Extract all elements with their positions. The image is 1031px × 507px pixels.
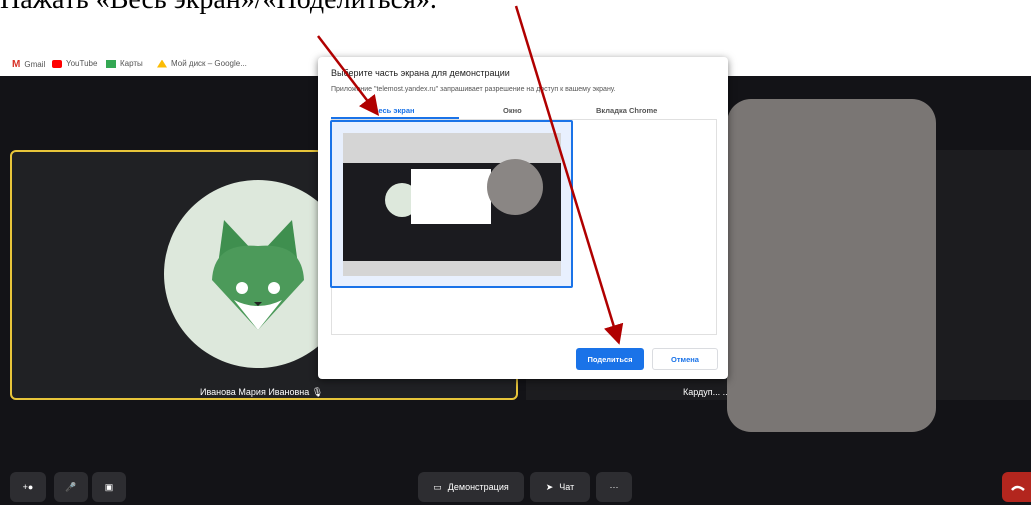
- chat-button[interactable]: ➤ Чат: [530, 472, 590, 502]
- demonstration-button[interactable]: ▭ Демонстрация: [418, 472, 524, 502]
- drive-icon: [157, 59, 167, 68]
- instruction-caption: Нажать «Весь экран»/«Поделиться».: [0, 0, 437, 16]
- camera-button[interactable]: ▣: [92, 472, 126, 502]
- chat-label: Чат: [559, 482, 575, 492]
- more-button[interactable]: ···: [596, 472, 632, 502]
- share-screen-dialog: Выберите часть экрана для демонстрации П…: [318, 57, 728, 379]
- gmail-icon: M: [12, 59, 21, 70]
- screen-share-icon: ▭: [433, 481, 442, 492]
- add-user-icon: +●: [22, 482, 34, 492]
- thumbnail-content: [343, 159, 561, 261]
- youtube-icon: [52, 59, 62, 68]
- bookmark-label: Карты: [120, 59, 143, 68]
- screen-thumbnail[interactable]: [343, 133, 561, 276]
- bookmark-youtube[interactable]: YouTube: [52, 59, 97, 68]
- camera-off-icon: ▣: [104, 481, 114, 492]
- maps-icon: [106, 59, 116, 68]
- mic-icon: 🎙: [311, 387, 324, 397]
- bookmark-label: YouTube: [66, 59, 98, 68]
- participant-name: Иванова Мария Ивановна 🎙: [200, 387, 323, 398]
- bookmark-maps[interactable]: Карты: [106, 59, 143, 68]
- add-participant-button[interactable]: +●: [10, 472, 46, 502]
- bookmark-gmail[interactable]: M Gmail: [12, 59, 45, 70]
- phone-hangup-icon: [1011, 485, 1025, 491]
- mic-icon: 🎤: [65, 481, 77, 492]
- tab-entire-screen[interactable]: Весь экран: [373, 106, 415, 115]
- tab-window[interactable]: Окно: [503, 106, 522, 115]
- cancel-button[interactable]: Отмена: [652, 348, 718, 370]
- end-call-button[interactable]: [1002, 472, 1031, 502]
- dialog-title: Выберите часть экрана для демонстрации: [331, 68, 510, 78]
- mic-button[interactable]: 🎤: [54, 472, 88, 502]
- bookmark-drive[interactable]: Мой диск – Google...: [157, 59, 247, 68]
- tab-chrome-tab[interactable]: Вкладка Chrome: [596, 106, 657, 115]
- share-button[interactable]: Поделиться: [576, 348, 644, 370]
- dialog-tabs: Весь экран Окно Вкладка Chrome: [331, 102, 717, 120]
- more-icon: ···: [609, 482, 619, 492]
- dialog-subtitle: Приложение "telemost.yandex.ru" запрашив…: [331, 86, 616, 93]
- bookmark-label: Мой диск – Google...: [171, 59, 247, 68]
- participant-name: Кардуп... ...: [683, 387, 731, 397]
- send-icon: ➤: [545, 481, 554, 492]
- redaction-overlay: [727, 99, 936, 432]
- demonstration-label: Демонстрация: [447, 482, 509, 492]
- participant-name-text: Иванова Мария Ивановна: [200, 387, 310, 397]
- bookmark-label: Gmail: [24, 60, 46, 69]
